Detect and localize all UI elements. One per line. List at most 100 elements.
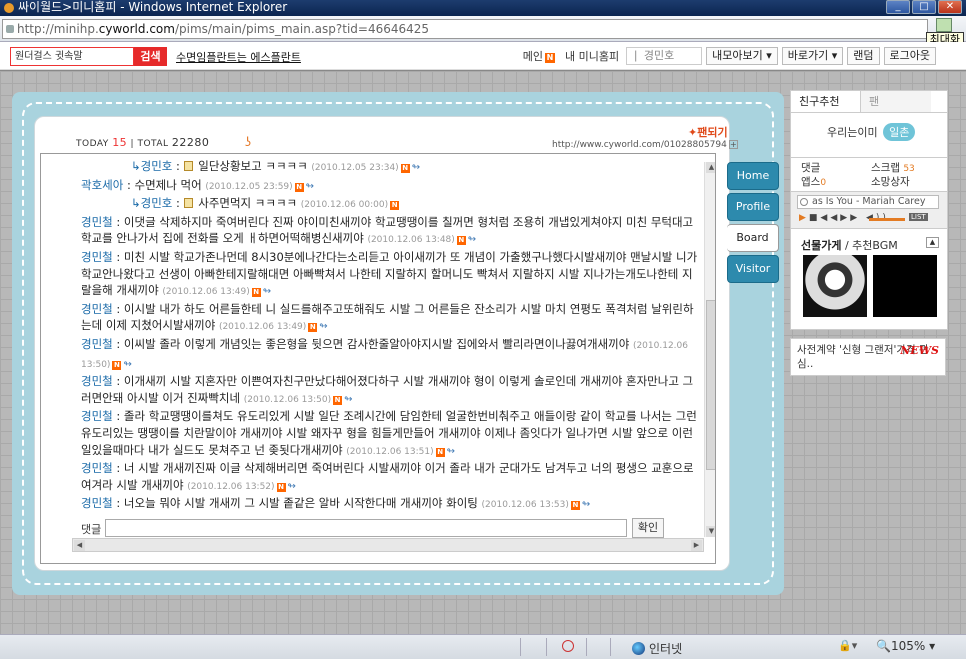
memo-icon [183,161,193,171]
confirm-button[interactable]: 확인 [632,518,664,538]
page-icon [6,25,14,33]
gift-thumbnail[interactable] [803,255,867,317]
comment-author[interactable]: 경민철 [81,496,113,510]
comment-item: 경민철 : 이댓글 삭제하지마 죽여버린다 진짜 야이미친새끼야 학교땡땡이를 … [81,214,701,249]
my-minihompy-link[interactable]: 내 미니홈피 [562,48,622,64]
scroll-thumb[interactable] [706,300,715,470]
reply-arrow-icon: ↳ [131,159,141,173]
share-icon[interactable]: ↬ [344,394,352,405]
comment-author[interactable]: 경민철 [81,461,113,475]
new-badge-icon: N [294,182,304,192]
comment-text: : 너 시발 개새끼진짜 이글 삭제해버리면 죽여버린다 시발새끼야 이거 졸라… [81,461,694,492]
comment-author[interactable]: 경민철 [81,374,113,388]
ie-icon [4,2,14,13]
tab-fan[interactable]: 팬 [861,91,931,112]
vertical-scrollbar[interactable]: ▲ ▼ [704,162,715,537]
volume-slider[interactable] [869,218,905,221]
window-title: 싸이월드>미니홈피 - Windows Internet Explorer [18,0,288,14]
tab-profile[interactable]: Profile [727,193,779,221]
share-icon[interactable]: ↬ [319,321,327,332]
share-icon[interactable]: ↬ [447,446,455,457]
comment-author[interactable]: 곽호세아 [81,178,123,192]
search-input[interactable]: 원더걸스 귓속말 [10,47,134,66]
logout-button[interactable]: 로그아웃 [883,47,936,65]
popup-blocked-icon[interactable] [562,640,574,652]
scrap-stat[interactable]: 스크랩 53 [871,161,915,176]
comment-author[interactable]: 경민철 [81,302,113,316]
scroll-up-icon[interactable]: ▲ [706,162,715,173]
scroll-down-icon[interactable]: ▼ [706,526,715,537]
comment-date: (2010.12.06 13:49) [162,287,250,298]
comment-list: ↳경민호 : 일단상황보고 ㅋㅋㅋㅋ (2010.12.05 23:34) N ↬ 곽… [41,154,701,536]
tab-board[interactable]: Board [727,224,779,252]
zoom-level[interactable]: 🔍105% ▾ [876,639,935,653]
comment-date: (2010.12.06 13:49) [218,322,307,333]
comment-author[interactable]: 경민철 [81,337,113,351]
horizontal-scrollbar[interactable]: ◀ ▶ [72,538,704,552]
address-input[interactable]: http://minihp.cyworld.com/pims/main/pims… [2,19,928,39]
comment-text: : 이개새끼 시발 지혼자만 이쁜여자친구만났다해어졌다하구 시발 개새끼야 형… [81,374,694,405]
new-badge-icon: N [251,288,261,298]
reply-input[interactable] [105,519,627,537]
comment-author[interactable]: 경민철 [81,409,113,423]
app-stat[interactable]: 앱스0 [801,175,826,190]
reply-arrow-icon: ↳ [131,196,141,211]
scroll-left-icon[interactable]: ◀ [74,540,85,551]
maximize-button[interactable]: □ [912,0,936,14]
new-badge-icon: N [276,482,286,492]
wish-box-stat[interactable]: 소망상자 [871,175,910,189]
share-icon[interactable]: ↬ [412,162,420,173]
share-icon[interactable]: ↬ [288,481,296,492]
share-icon[interactable]: ↬ [468,234,476,245]
search-button[interactable]: 검색 [134,47,167,66]
comment-author[interactable]: 경민호 [141,196,173,210]
relation-badge[interactable]: 일촌 [883,123,916,141]
collapse-icon[interactable]: ▲ [926,237,939,248]
close-button[interactable]: ✕ [938,0,962,14]
friend-select[interactable]: ❘ 경민호 [626,47,703,65]
share-icon[interactable]: ↬ [123,359,131,370]
shortcut-button[interactable]: 바로가기 ▾ [781,47,844,65]
comment-text: 사주면먹지 ㅋㅋㅋㅋ [194,196,301,211]
new-badge-icon: N [400,164,410,173]
right-panel: 친구추천 팬 우리는이미 일촌 댓글 스크랩 53 앱스0 소망상자 as Is… [790,90,948,330]
tab-home[interactable]: Home [727,162,779,190]
protected-mode-icon[interactable]: 🔒▾ [838,639,857,652]
share-icon[interactable]: ↬ [582,499,590,510]
comment-author[interactable]: 경민호 [141,159,173,173]
news-box[interactable]: 사전계약 '신형 그랜저'가격 관심.. NEWS [790,338,946,376]
comment-item: 곽호세아 : 수면제나 먹어 (2010.12.05 23:59) N ↬ [81,177,701,196]
new-badge-icon: N [308,323,318,333]
comment-item: 경민철 : 미친 시발 학교가존나먼데 8시30분에나간다는소리듣고 아이새끼가… [81,249,701,301]
homepage-url[interactable]: http://www.cyworld.com/01028805794 + [552,140,738,150]
comment-item: 경민철 : 졸라 학교땡땡이를쳐도 유도리있게 시발 일단 조례시간에 담임한테… [81,408,701,460]
list-button[interactable]: LIST [909,213,928,221]
window-titlebar: 싸이월드>미니홈피 - Windows Internet Explorer _ … [0,0,966,16]
comment-author[interactable]: 경민철 [81,215,113,229]
new-badge-icon: N [390,201,400,211]
comment-stat[interactable]: 댓글 [801,161,820,175]
tab-visitor[interactable]: Visitor [727,255,779,283]
comment-text: 일단상황보고 ㅋㅋㅋㅋ [194,159,312,173]
comment-date: (2010.12.05 23:34) [311,163,399,173]
tab-friend-recommend[interactable]: 친구추천 [791,91,861,112]
image-icon[interactable] [936,18,952,32]
gift-shop-link[interactable]: 선물가게 [801,239,841,252]
promo-link[interactable]: 수면임플란트는 에스플란트 [176,49,301,65]
reply-form: 댓글 확인 [81,518,701,538]
reply-label: 댓글 [81,523,102,536]
share-icon[interactable]: ↬ [306,181,314,192]
gift-thumbnail[interactable] [873,255,937,317]
share-icon[interactable]: ↬ [263,286,271,297]
minimize-button[interactable]: _ [886,0,910,14]
cd-icon [800,198,808,206]
collect-button[interactable]: 내모아보기 ▾ [706,47,778,65]
board-content: ↳경민호 : 일단상황보고 ㅋㅋㅋㅋ (2010.12.05 23:34) N ↬ 곽… [40,153,716,564]
random-button[interactable]: 랜덤 [847,47,880,65]
main-link[interactable]: 메인 N [520,48,558,64]
comment-date: (2010.12.06 13:50) [243,394,332,405]
comment-author[interactable]: 경민철 [81,250,113,264]
total-count: 22280 [171,136,210,149]
scroll-right-icon[interactable]: ▶ [691,540,702,551]
fan-link[interactable]: ✦팬되기 [688,124,728,140]
